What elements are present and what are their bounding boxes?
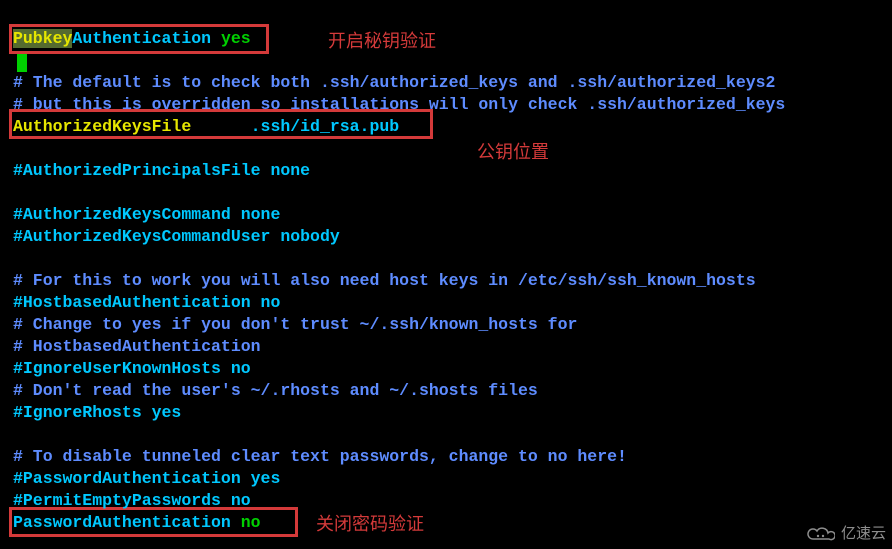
line-passwordauth: PasswordAuthentication no bbox=[13, 512, 785, 534]
line-authorizedprincipals: #AuthorizedPrincipalsFile none bbox=[13, 160, 785, 182]
line-permitempty: #PermitEmptyPasswords no bbox=[13, 490, 785, 512]
line-hostbasedauth: #HostbasedAuthentication no bbox=[13, 292, 785, 314]
line-authorizedkeysfile: AuthorizedKeysFile .ssh/id_rsa.pub bbox=[13, 116, 785, 138]
line-pubkeyauth: PubkeyAuthentication yes bbox=[13, 28, 785, 50]
terminal-editor[interactable]: 开启秘钥验证 公钥位置 关闭密码验证 PubkeyAuthentication … bbox=[0, 0, 892, 549]
line-comment-tunneled: # To disable tunneled clear text passwor… bbox=[13, 446, 785, 468]
cloud-icon bbox=[805, 525, 835, 543]
line-cursor bbox=[13, 50, 785, 72]
config-text-block: PubkeyAuthentication yes # The default i… bbox=[13, 6, 785, 534]
line-comment-default1: # The default is to check both .ssh/auth… bbox=[13, 72, 785, 94]
line-ignoreuserknown: #IgnoreUserKnownHosts no bbox=[13, 358, 785, 380]
line-comment-default2: # but this is overridden so installation… bbox=[13, 94, 785, 116]
line-ignorerhosts: #IgnoreRhosts yes bbox=[13, 402, 785, 424]
line-comment-hostbased: # HostbasedAuthentication bbox=[13, 336, 785, 358]
watermark-text: 亿速云 bbox=[841, 523, 886, 545]
line-comment-changeyes: # Change to yes if you don't trust ~/.ss… bbox=[13, 314, 785, 336]
line-authkeyscommanduser: #AuthorizedKeysCommandUser nobody bbox=[13, 226, 785, 248]
line-passwordauth-comment: #PasswordAuthentication yes bbox=[13, 468, 785, 490]
cursor bbox=[17, 54, 27, 72]
watermark: 亿速云 bbox=[805, 523, 886, 545]
line-authkeyscommand: #AuthorizedKeysCommand none bbox=[13, 204, 785, 226]
line-comment-rhosts: # Don't read the user's ~/.rhosts and ~/… bbox=[13, 380, 785, 402]
line-comment-hostkeys: # For this to work you will also need ho… bbox=[13, 270, 785, 292]
